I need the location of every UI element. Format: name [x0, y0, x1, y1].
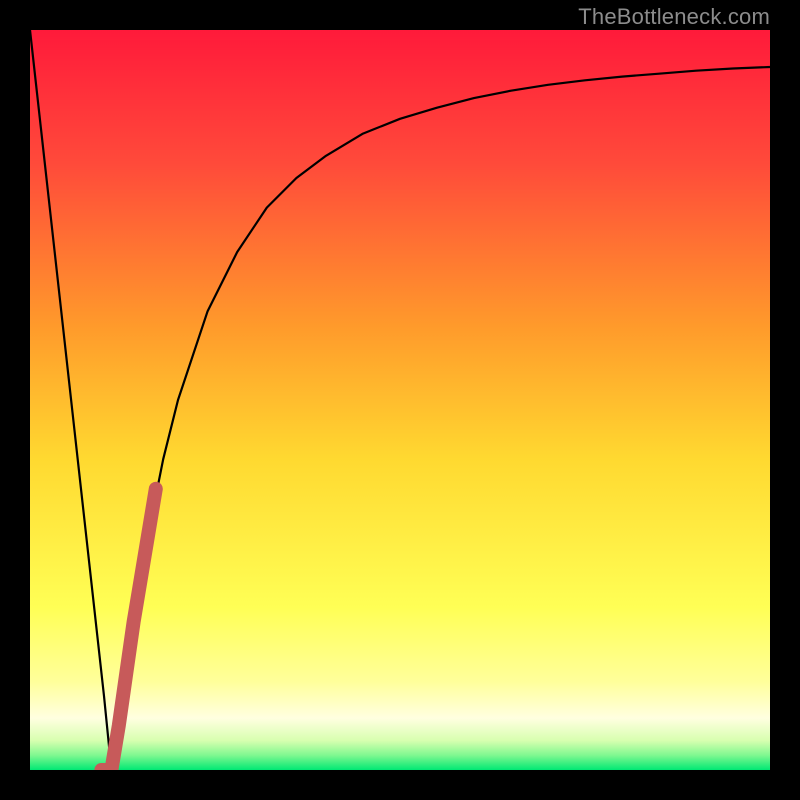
plot-area — [30, 30, 770, 770]
chart-frame: TheBottleneck.com — [0, 0, 800, 800]
watermark-text: TheBottleneck.com — [578, 4, 770, 30]
gradient-background — [30, 30, 770, 770]
chart-svg — [30, 30, 770, 770]
